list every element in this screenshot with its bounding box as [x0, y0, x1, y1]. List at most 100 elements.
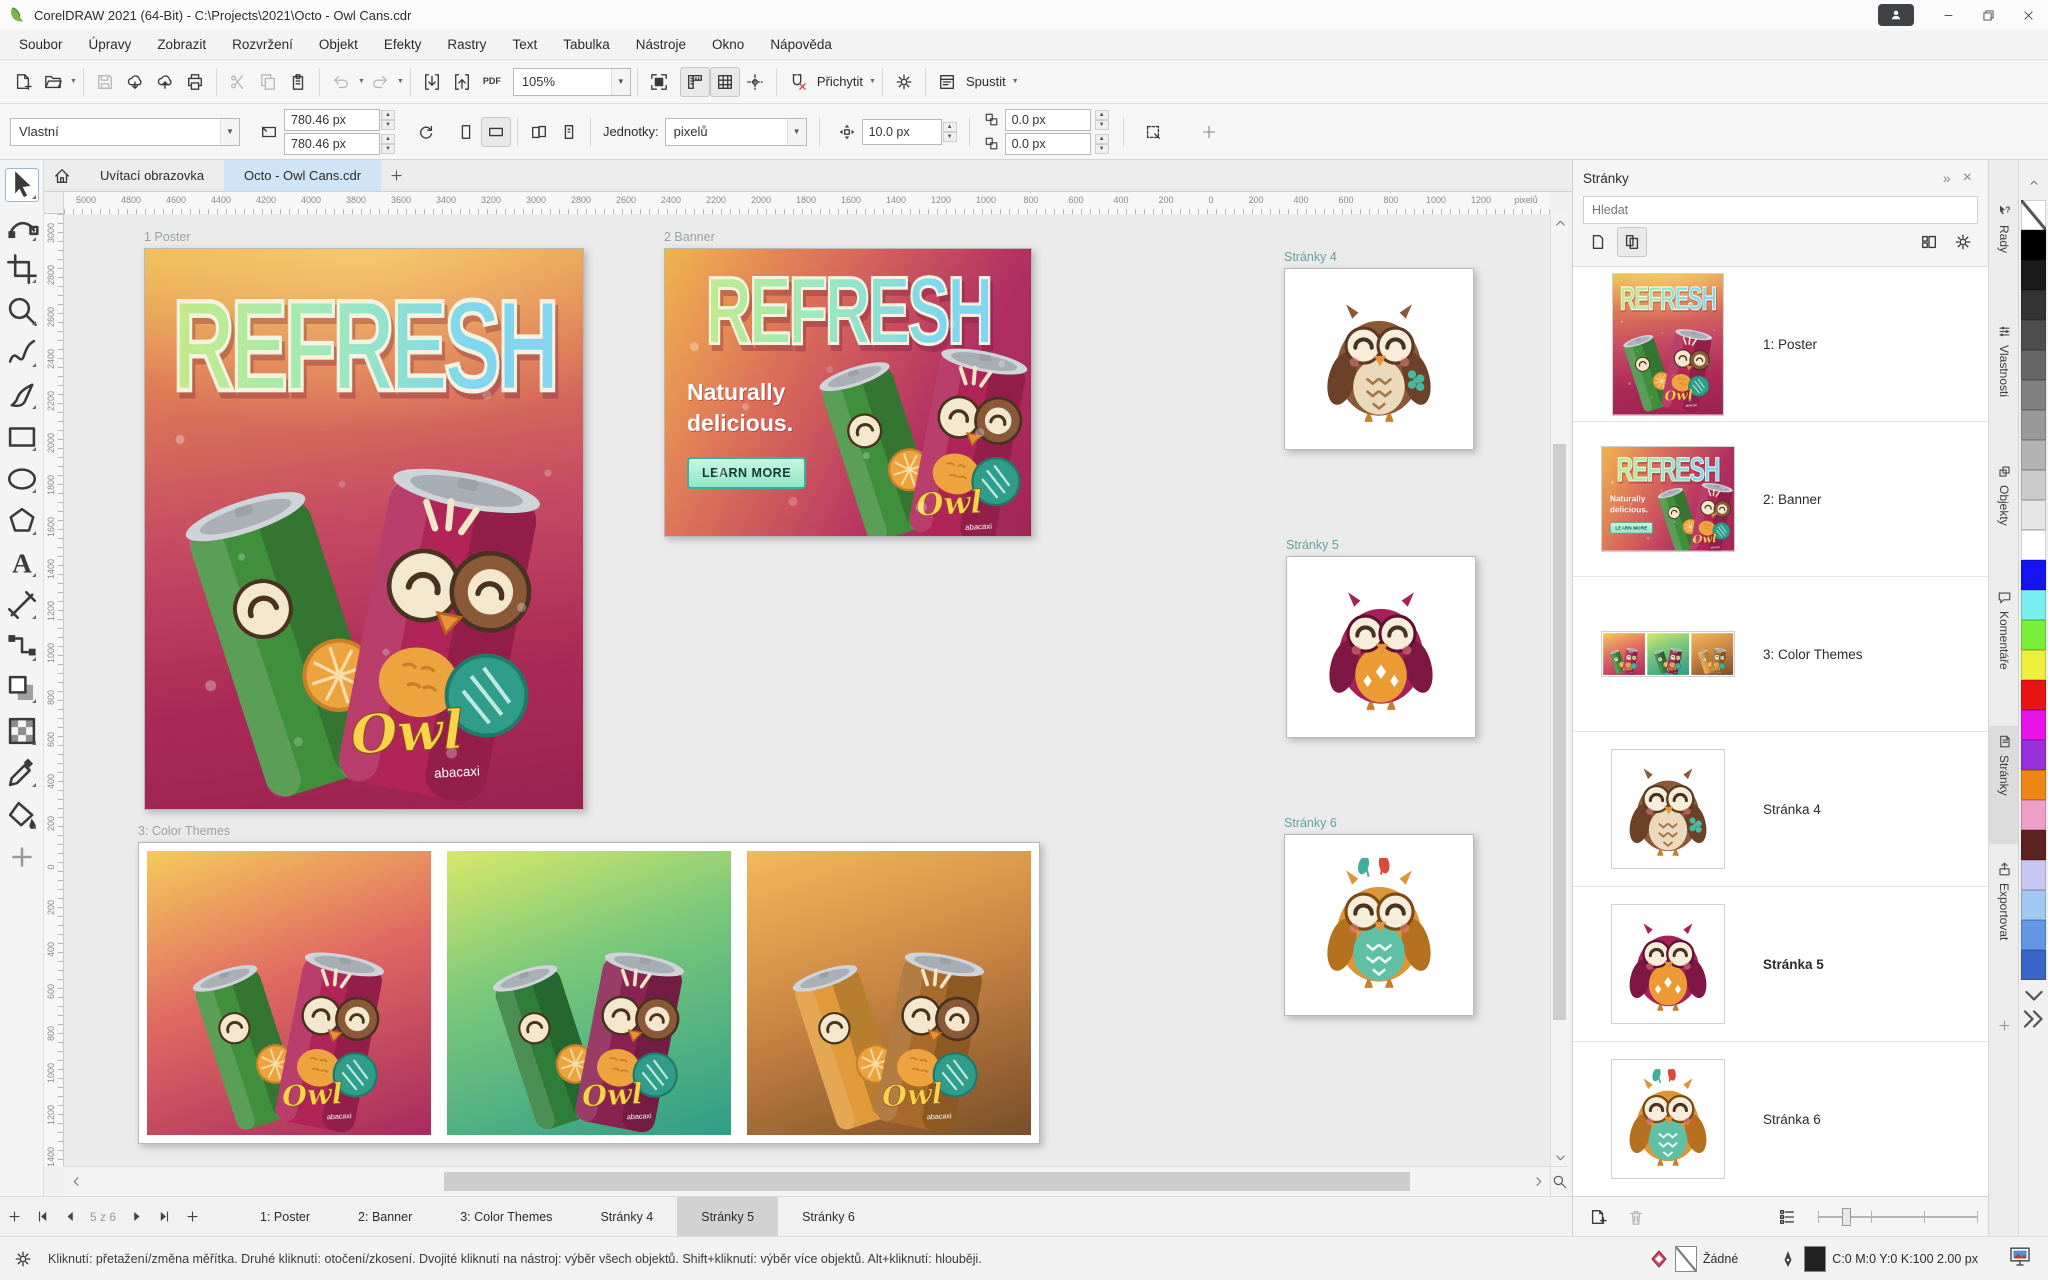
page-width-field[interactable]: 780.46 px [284, 109, 380, 131]
nudge-field[interactable]: 10.0 px [862, 119, 942, 145]
palette-expand-button[interactable] [2019, 1010, 2048, 1028]
side-tab-stranky[interactable]: Stránky [1989, 726, 2019, 844]
tab-welcome-screen[interactable]: Uvítací obrazovka [80, 160, 224, 191]
tool-zoom[interactable] [5, 294, 39, 328]
landscape-button[interactable] [481, 117, 511, 147]
next-page-button[interactable] [122, 1197, 150, 1236]
menu-item-12[interactable]: Nápověda [757, 33, 845, 56]
import-button[interactable] [417, 67, 447, 97]
menu-item-5[interactable]: Objekt [306, 33, 371, 56]
tool-text[interactable]: A [5, 546, 39, 580]
tool-ellipse[interactable] [5, 462, 39, 496]
delete-page-button[interactable] [1621, 1202, 1651, 1232]
palette-swatch[interactable] [2021, 770, 2046, 800]
paste-button[interactable] [283, 67, 313, 97]
palette-swatch[interactable] [2021, 320, 2046, 350]
palette-scroll-down[interactable] [2019, 986, 2048, 1004]
docker-close-icon[interactable]: × [1957, 169, 1978, 187]
home-tab-button[interactable] [44, 160, 80, 191]
snap-off-button[interactable] [783, 67, 813, 97]
page-height-field[interactable]: 780.46 px [284, 133, 380, 155]
export-button[interactable] [447, 67, 477, 97]
tool-rectangle[interactable] [5, 420, 39, 454]
menu-item-4[interactable]: Rozvržení [219, 33, 306, 56]
palette-scroll-up[interactable] [2019, 174, 2048, 192]
palette-swatch[interactable] [2021, 710, 2046, 740]
tool-eyedropper[interactable] [5, 756, 39, 790]
rotate-page-icon[interactable] [411, 117, 441, 147]
palette-swatch[interactable] [2021, 950, 2046, 980]
previous-page-button[interactable] [56, 1197, 84, 1236]
canvas-page-banner[interactable]: REFRESH Naturallydelicious. LEARN MORE [664, 248, 1032, 537]
last-page-button[interactable] [150, 1197, 178, 1236]
page-tab-1[interactable]: 1: Poster [236, 1197, 334, 1236]
docker-item-poster[interactable]: REFRESH 1: Poster [1573, 267, 1988, 422]
palette-swatch[interactable] [2021, 560, 2046, 590]
snap-dropdown[interactable]: ▼ [869, 78, 876, 85]
page-tab-2[interactable]: 2: Banner [334, 1197, 436, 1236]
status-gear-icon[interactable] [8, 1244, 38, 1274]
cut-button[interactable] [223, 67, 253, 97]
add-page-before-button[interactable] [0, 1197, 28, 1236]
palette-swatch[interactable] [2021, 530, 2046, 560]
docker-item-banner[interactable]: REFRESH Naturallydelicious. LEARN MORE 2… [1573, 422, 1988, 577]
tool-pick[interactable] [5, 168, 39, 202]
palette-swatch[interactable] [2021, 380, 2046, 410]
fullscreen-preview-button[interactable] [644, 67, 674, 97]
new-document-tab-button[interactable] [381, 160, 411, 191]
page-view-single-button[interactable] [1583, 227, 1613, 257]
page-tab-3[interactable]: 3: Color Themes [436, 1197, 576, 1236]
undo-dropdown[interactable]: ▼ [358, 78, 365, 85]
vertical-ruler[interactable]: 3000280026002400220020001800160014001200… [44, 214, 64, 1166]
menu-item-6[interactable]: Efekty [371, 33, 435, 56]
side-tab-komentare[interactable]: Komentáře [1989, 582, 2019, 716]
tool-artistic-media[interactable] [5, 378, 39, 412]
treat-as-filled-button[interactable] [1138, 117, 1168, 147]
docker-collapse-icon[interactable]: » [1937, 170, 1957, 186]
add-page-after-button[interactable] [178, 1197, 206, 1236]
side-tab-objekty[interactable]: Objekty [1989, 456, 2019, 572]
menu-item-1[interactable]: Soubor [6, 33, 76, 56]
show-grid-button[interactable] [710, 67, 740, 97]
new-page-button[interactable] [1583, 1202, 1613, 1232]
launch-label[interactable]: Spustit [966, 74, 1006, 89]
docker-item-themes[interactable]: 3: Color Themes [1573, 577, 1988, 732]
docker-search-input[interactable] [1584, 203, 1977, 217]
vertical-scroll-thumb[interactable] [1553, 444, 1566, 1020]
options-gear-button[interactable] [889, 67, 919, 97]
scroll-down-button[interactable] [1551, 1148, 1569, 1166]
menu-item-7[interactable]: Rastry [434, 33, 499, 56]
ruler-origin-corner[interactable] [44, 192, 64, 214]
palette-swatch[interactable] [2021, 230, 2046, 260]
palette-swatch[interactable] [2021, 350, 2046, 380]
copy-button[interactable] [253, 67, 283, 97]
launch-icon[interactable] [932, 67, 962, 97]
page-preset-combo[interactable]: Vlastní▼ [10, 118, 240, 146]
docker-item-page5[interactable]: Stránka 5 [1573, 887, 1988, 1042]
canvas-page-6[interactable] [1284, 834, 1474, 1016]
save-button[interactable] [90, 67, 120, 97]
add-docker-button[interactable] [1989, 1010, 2019, 1040]
document-color-settings-icon[interactable] [2008, 1244, 2032, 1268]
restore-button[interactable] [1968, 0, 2008, 30]
tab-document[interactable]: Octo - Owl Cans.cdr [224, 160, 381, 191]
canvas-page-poster[interactable]: REFRESH [144, 248, 584, 810]
side-tab-vlastnosti[interactable]: Vlastnosti [1989, 316, 2019, 446]
list-view-button[interactable] [1772, 1202, 1802, 1232]
first-page-button[interactable] [28, 1197, 56, 1236]
palette-swatch[interactable] [2021, 740, 2046, 770]
menu-item-2[interactable]: Úpravy [76, 33, 145, 56]
duplicate-x-spinner[interactable]: ▲▼ [1095, 110, 1109, 130]
open-button[interactable] [38, 67, 68, 97]
drawing-canvas[interactable]: 1 Poster REFRESH 2 Banner REFRESH Natura… [64, 214, 1550, 1166]
scroll-left-button[interactable] [64, 1167, 88, 1196]
current-page-button[interactable] [554, 117, 584, 147]
menu-item-9[interactable]: Tabulka [550, 33, 623, 56]
canvas-page-themes[interactable] [138, 842, 1040, 1144]
tool-drop-shadow[interactable] [5, 672, 39, 706]
horizontal-scrollbar[interactable] [64, 1166, 1550, 1196]
palette-swatch[interactable] [2021, 440, 2046, 470]
all-pages-button[interactable] [524, 117, 554, 147]
page-width-spinner[interactable]: ▲▼ [381, 110, 395, 130]
new-document-button[interactable] [8, 67, 38, 97]
